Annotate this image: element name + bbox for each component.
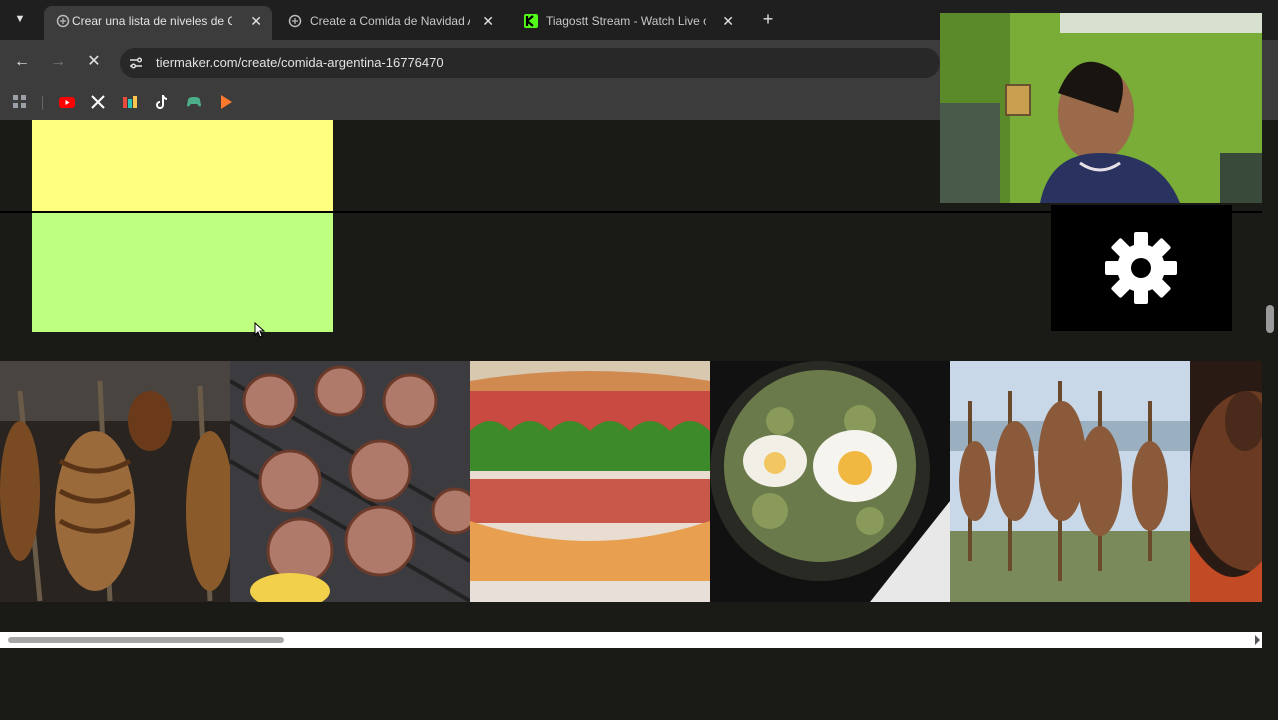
x-icon[interactable] <box>89 93 107 111</box>
scroll-right-arrow-icon[interactable] <box>1255 635 1260 645</box>
tiktok-icon[interactable] <box>153 93 171 111</box>
gamepad-icon[interactable] <box>185 93 203 111</box>
close-tab-icon[interactable]: ✕ <box>482 6 494 36</box>
tab-tiagostt-stream[interactable]: Tiagostt Stream - Watch Live o ✕ <box>512 6 744 36</box>
tiermaker-icon <box>288 14 302 28</box>
mouse-cursor-icon <box>254 322 266 338</box>
food-eggs-spinach-pan[interactable] <box>710 361 950 602</box>
tab-title: Tiagostt Stream - Watch Live o <box>546 14 706 28</box>
play-icon[interactable] <box>217 93 235 111</box>
back-arrow-icon[interactable]: ← <box>12 52 32 72</box>
tier-settings-button[interactable] <box>1051 205 1232 331</box>
youtube-icon[interactable] <box>58 93 76 111</box>
tab-crear-lista[interactable]: Crear una lista de niveles de Co ✕ <box>44 6 272 40</box>
tier-label-yellow[interactable] <box>32 120 333 211</box>
food-asado-ribs[interactable] <box>0 361 230 602</box>
tier-label-green[interactable] <box>32 213 333 332</box>
tab-title: Create a Comida de Navidad Ar <box>310 14 470 28</box>
tab-title: Crear una lista de niveles de Co <box>72 14 232 28</box>
gear-icon <box>1105 232 1177 304</box>
tiermaker-page <box>0 120 1278 720</box>
tab-comida-navidad[interactable]: Create a Comida de Navidad Ar ✕ <box>276 6 504 36</box>
food-lamb-roasting-crosses[interactable] <box>950 361 1190 602</box>
bookmarks-divider <box>42 96 43 110</box>
apps-icon[interactable] <box>11 93 29 111</box>
close-tab-icon[interactable]: ✕ <box>250 6 262 36</box>
horizontal-scrollbar-thumb[interactable] <box>8 637 284 643</box>
tab-search-chevron-icon[interactable]: ▼ <box>10 9 30 29</box>
kick-icon <box>524 14 538 28</box>
colorful-app-icon[interactable] <box>121 93 139 111</box>
new-tab-plus-icon[interactable]: + <box>758 9 778 29</box>
address-bar[interactable]: tiermaker.com/create/comida-argentina-16… <box>120 48 940 78</box>
webcam-overlay <box>940 13 1262 203</box>
food-stew-pot[interactable] <box>1190 361 1262 602</box>
forward-arrow-icon[interactable]: → <box>48 52 68 72</box>
horizontal-scrollbar[interactable] <box>0 632 1262 648</box>
vertical-scrollbar-thumb[interactable] <box>1266 305 1274 333</box>
tiermaker-icon <box>56 14 70 28</box>
vertical-scrollbar[interactable] <box>1262 120 1278 720</box>
food-grilled-sausages[interactable] <box>230 361 470 602</box>
stop-loading-icon[interactable]: ✕ <box>84 52 104 72</box>
close-tab-icon[interactable]: ✕ <box>722 6 734 36</box>
image-pool <box>0 361 1262 602</box>
food-choripan-sandwich[interactable] <box>470 361 710 602</box>
site-settings-tune-icon[interactable] <box>128 55 144 71</box>
url-text: tiermaker.com/create/comida-argentina-16… <box>156 55 444 70</box>
